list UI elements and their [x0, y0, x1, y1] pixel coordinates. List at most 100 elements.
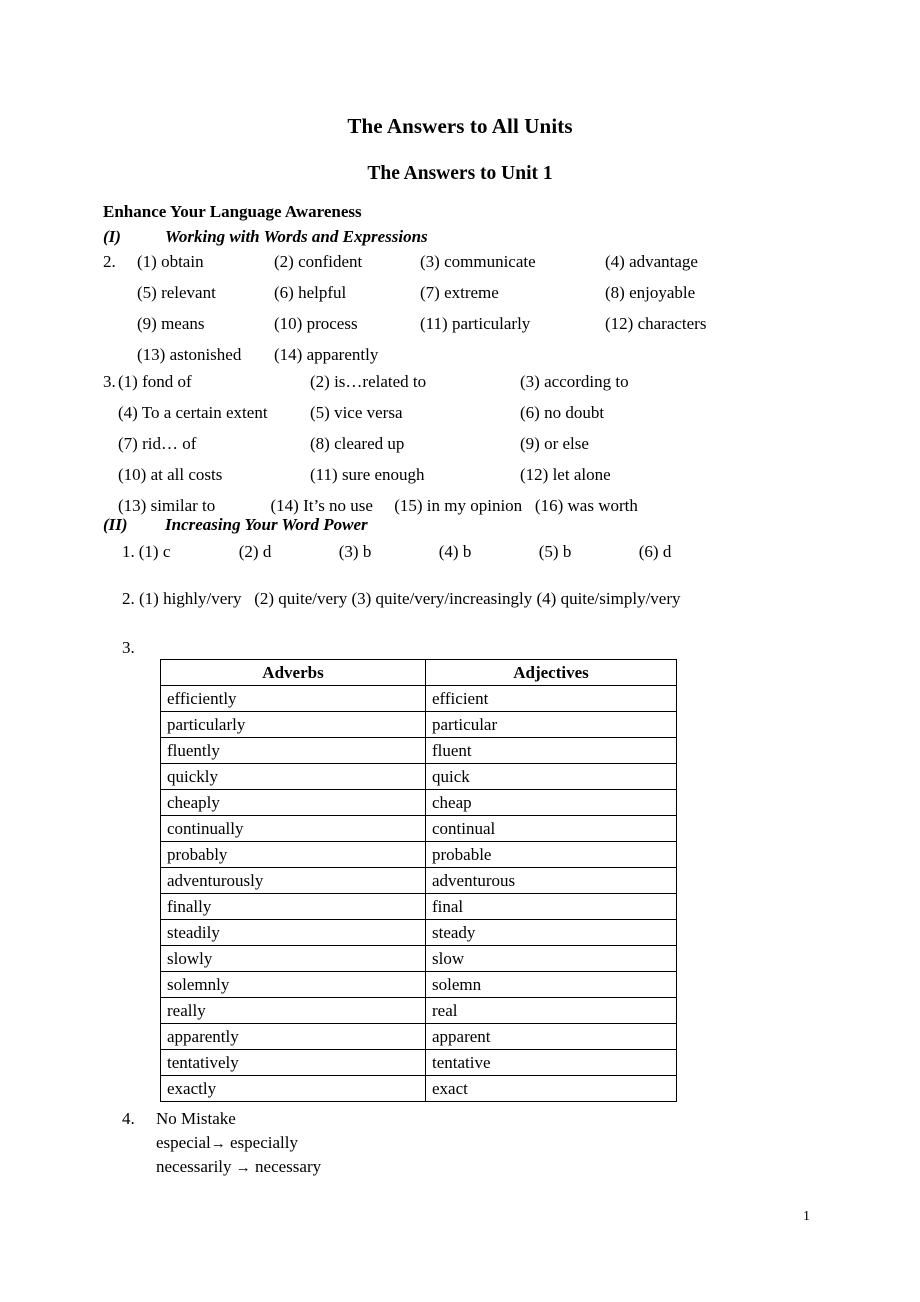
adverb-cell: efficiently [160, 685, 426, 712]
adverb-cell: cheaply [160, 789, 426, 816]
adjective-cell: steady [425, 919, 677, 946]
answer-cell: (4) advantage [605, 252, 698, 271]
answer-cell: (2) confident [274, 252, 363, 271]
section-I-heading: (I) Working with Words and Expressions [103, 227, 428, 247]
answer-cell: (12) let alone [520, 465, 611, 484]
adjective-cell: final [425, 893, 677, 920]
correction-line: necessarily → necessary [156, 1157, 321, 1181]
item4-title: No Mistake [156, 1109, 236, 1128]
answer-cell: (6) helpful [274, 283, 347, 302]
answer-cell [605, 345, 863, 365]
answer-cell: (11) sure enough [310, 465, 425, 484]
table-row: apparently apparent [160, 1023, 677, 1050]
column-header-adverbs: Adverbs [160, 659, 426, 686]
table-row: steadily steady [160, 919, 677, 946]
adjective-cell: quick [425, 763, 677, 790]
answer-cell: (10) at all costs [118, 465, 223, 484]
adjective-cell: cheap [425, 789, 677, 816]
page-number: 1 [803, 1209, 810, 1224]
item2-answer-grid: (1) obtain (2) confident (3) communicate… [137, 252, 863, 365]
answer-cell: (1) obtain [137, 252, 204, 271]
table-row: quickly quick [160, 763, 677, 790]
adjective-cell: tentative [425, 1049, 677, 1076]
misspelled-word: necessarily [156, 1157, 232, 1176]
adjective-cell: real [425, 997, 677, 1024]
answer-cell: (13) astonished [137, 345, 242, 364]
adverbs-adjectives-table: Adverbs Adjectives efficiently efficient … [160, 659, 677, 1102]
section-II-item1: 1. (1) c (2) d (3) b (4) b (5) b (6) d [122, 542, 739, 562]
adverb-cell: particularly [160, 711, 426, 738]
answer-cell: (4) b [438, 542, 472, 561]
adjective-cell: probable [425, 841, 677, 868]
item3-last-row: (13) similar to (14) It’s no use (15) in… [118, 496, 638, 515]
item1-lead: 1. [122, 542, 135, 561]
item3-lead: 3. [103, 372, 116, 391]
table-row: efficiently efficient [160, 685, 677, 712]
answer-cell: (6) d [638, 542, 672, 561]
answer-cell: (5) b [538, 542, 572, 561]
answer-cell: (5) vice versa [310, 403, 403, 422]
correction-line: especial→ especially [156, 1133, 321, 1157]
answer-cell: (1) c [138, 542, 171, 561]
adverb-cell: solemnly [160, 971, 426, 998]
table-row: cheaply cheap [160, 789, 677, 816]
answer-cell: (10) process [274, 314, 358, 333]
adjective-cell: adventurous [425, 867, 677, 894]
answer-cell: (14) apparently [274, 345, 379, 364]
adjective-cell: apparent [425, 1023, 677, 1050]
answer-cell: (1) fond of [118, 372, 192, 391]
section-heading: Enhance Your Language Awareness [103, 202, 362, 221]
corrected-word: necessary [250, 1157, 322, 1176]
adverb-cell: finally [160, 893, 426, 920]
adjective-cell: particular [425, 711, 677, 738]
answer-cell: (3) communicate [420, 252, 536, 271]
adverb-cell: exactly [160, 1075, 426, 1102]
adverb-cell: apparently [160, 1023, 426, 1050]
unit-title: The Answers to Unit 1 [367, 163, 553, 184]
table-row: exactly exact [160, 1075, 677, 1102]
misspelled-word: especial [156, 1133, 211, 1152]
arrow-icon: → [235, 1160, 251, 1176]
section-I-title: Working with Words and Expressions [165, 227, 428, 246]
section-II-title: Increasing Your Word Power [165, 515, 368, 534]
table-row: really real [160, 997, 677, 1024]
table-row: adventurously adventurous [160, 867, 677, 894]
corrected-word: especially [225, 1133, 298, 1152]
answer-cell: (6) no doubt [520, 403, 605, 422]
section-I-item2: 2. (1) obtain (2) confident (3) communic… [103, 252, 863, 365]
item2-lead: 2. [103, 252, 116, 271]
table-row: fluently fluent [160, 737, 677, 764]
section-I-item3: 3. (1) fond of (2) is…related to (3) acc… [103, 372, 883, 516]
adjective-cell: efficient [425, 685, 677, 712]
item3-answer-grid: (1) fond of (2) is…related to (3) accord… [118, 372, 883, 485]
adjective-cell: continual [425, 815, 677, 842]
adverb-cell: quickly [160, 763, 426, 790]
table-row: solemnly solemn [160, 971, 677, 998]
table-row: particularly particular [160, 711, 677, 738]
table-row: slowly slow [160, 945, 677, 972]
answer-cell: (9) or else [520, 434, 589, 453]
adverb-cell: adventurously [160, 867, 426, 894]
section-I-numeral: (I) [103, 227, 121, 246]
answer-cell: (2) is…related to [310, 372, 427, 391]
section-II-heading: (II) Increasing Your Word Power [103, 515, 368, 535]
section-II-item3-lead: 3. [122, 638, 135, 657]
table-header-row: Adverbs Adjectives [160, 659, 677, 686]
answer-cell: (9) means [137, 314, 205, 333]
answer-cell: (11) particularly [420, 314, 531, 333]
adverb-cell: steadily [160, 919, 426, 946]
answer-cell: (4) To a certain extent [118, 403, 268, 422]
adverb-cell: continually [160, 815, 426, 842]
answer-cell: (3) according to [520, 372, 629, 391]
document-page: The Answers to All Units The Answers to … [0, 0, 920, 1302]
answer-cell [420, 345, 605, 365]
column-header-adjectives: Adjectives [425, 659, 677, 686]
table-row: probably probable [160, 841, 677, 868]
table-row: continually continual [160, 815, 677, 842]
adverb-cell: tentatively [160, 1049, 426, 1076]
adjective-cell: fluent [425, 737, 677, 764]
answer-cell: (8) cleared up [310, 434, 405, 453]
adjective-cell: solemn [425, 971, 677, 998]
item4-lead: 4. [122, 1109, 135, 1128]
adverb-cell: probably [160, 841, 426, 868]
